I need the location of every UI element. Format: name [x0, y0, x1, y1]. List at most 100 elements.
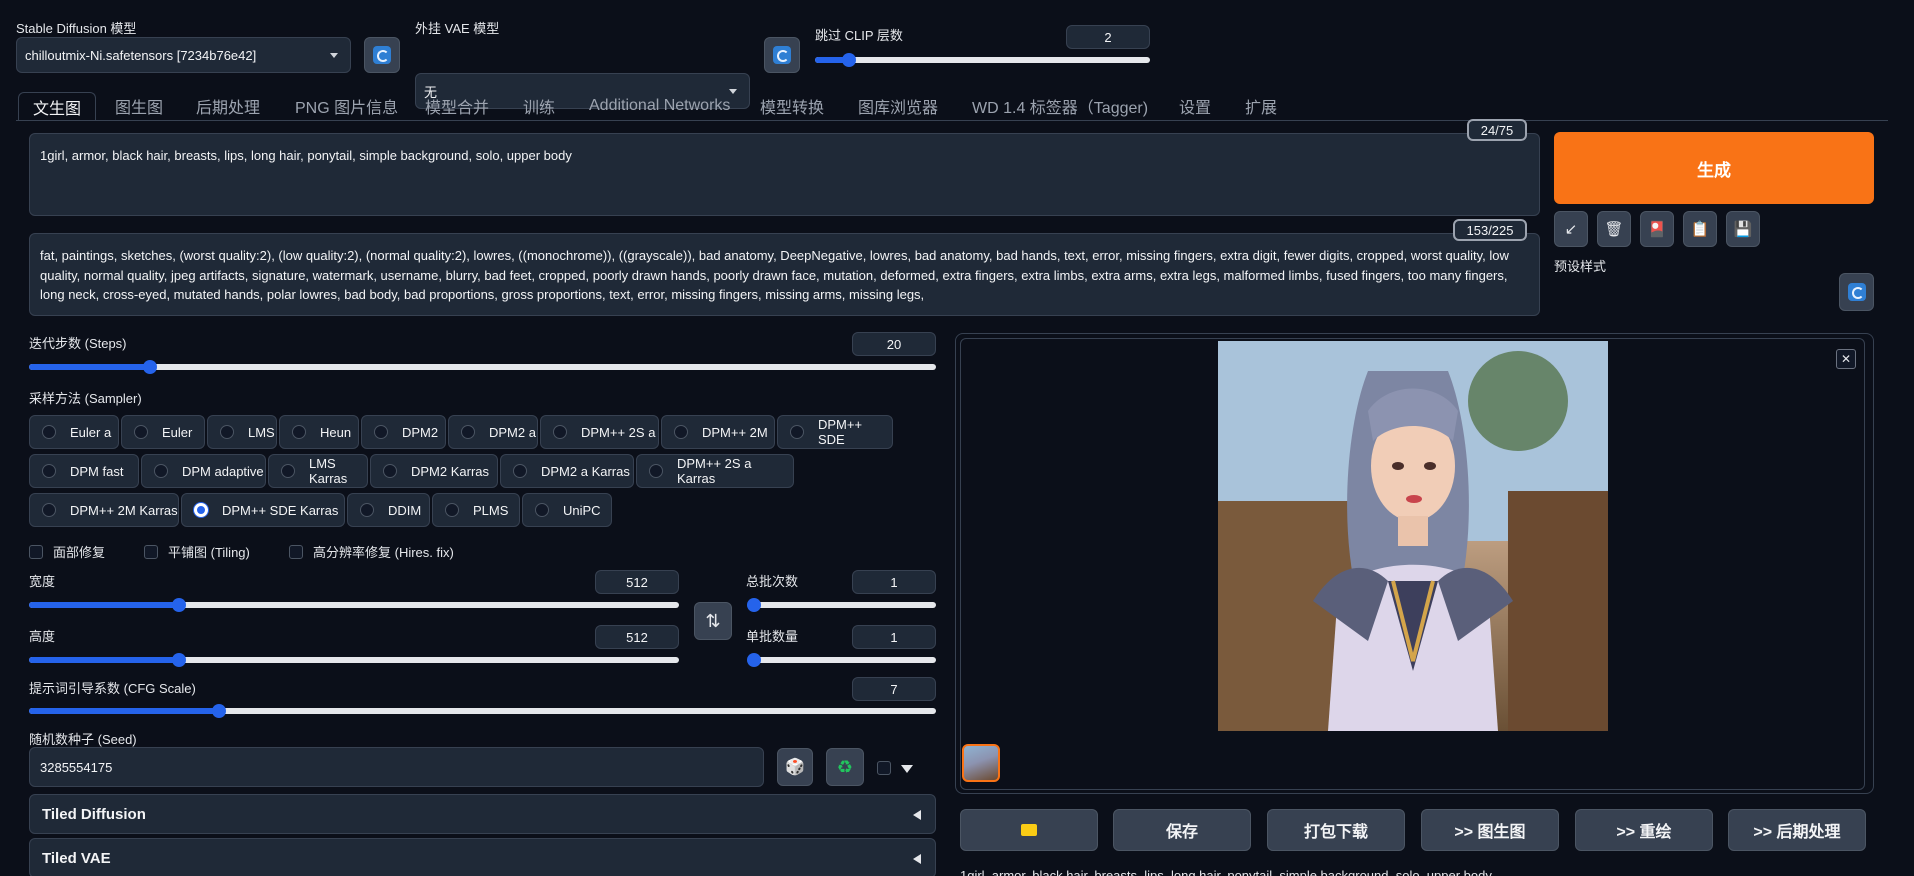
slider-handle[interactable]: [747, 598, 761, 612]
tab-extensions[interactable]: 扩展: [1245, 92, 1277, 120]
sampler-option[interactable]: PLMS: [432, 493, 520, 527]
width-number[interactable]: 512: [595, 570, 679, 594]
sampler-option[interactable]: DPM adaptive: [141, 454, 266, 488]
sampler-option[interactable]: DDIM: [347, 493, 430, 527]
refresh-vae-button[interactable]: [764, 37, 800, 73]
height-number[interactable]: 512: [595, 625, 679, 649]
sampler-option[interactable]: DPM fast: [29, 454, 139, 488]
random-seed-button[interactable]: 🎲: [777, 748, 813, 786]
slider-handle[interactable]: [747, 653, 761, 667]
tab-tagger[interactable]: WD 1.4 标签器（Tagger): [972, 92, 1148, 120]
checkbox-box[interactable]: [144, 544, 158, 559]
refresh-styles-button[interactable]: [1839, 273, 1874, 311]
tiled-diffusion-accordion[interactable]: Tiled Diffusion: [29, 794, 936, 834]
slider-handle[interactable]: [171, 653, 186, 667]
radio-circle[interactable]: [42, 425, 56, 439]
hires-fix-checkbox[interactable]: 高分辨率修复 (Hires. fix): [289, 542, 454, 561]
sampler-option[interactable]: LMS Karras: [268, 454, 368, 488]
batch-size-slider[interactable]: [747, 653, 936, 667]
width-slider[interactable]: [29, 598, 679, 612]
tab-png-info[interactable]: PNG 图片信息: [295, 92, 398, 120]
tab-additional-networks[interactable]: Additional Networks: [589, 92, 730, 120]
batch-count-slider[interactable]: [747, 598, 936, 612]
restore-faces-checkbox[interactable]: 面部修复: [29, 542, 105, 561]
slider-handle[interactable]: [841, 53, 856, 67]
sampler-option[interactable]: DPM++ 2M: [661, 415, 775, 449]
checkbox-box[interactable]: [289, 544, 303, 559]
generate-button[interactable]: 生成: [1554, 132, 1874, 204]
sampler-option[interactable]: DPM++ SDE Karras: [181, 493, 345, 527]
triangle-down-icon[interactable]: [901, 765, 913, 773]
radio-circle[interactable]: [220, 425, 234, 439]
radio-circle[interactable]: [553, 425, 567, 439]
output-image[interactable]: [1218, 341, 1608, 731]
tab-img2img[interactable]: 图生图: [115, 92, 163, 120]
cfg-slider[interactable]: [29, 704, 936, 718]
open-folder-button[interactable]: [960, 809, 1098, 851]
tiling-checkbox[interactable]: 平铺图 (Tiling): [144, 542, 250, 561]
sampler-option[interactable]: UniPC: [522, 493, 612, 527]
extra-seed-checkbox[interactable]: [877, 761, 891, 775]
sampler-option[interactable]: LMS: [207, 415, 277, 449]
prompt-textarea[interactable]: 1girl, armor, black hair, breasts, lips,…: [29, 133, 1540, 216]
tab-image-browser[interactable]: 图库浏览器: [858, 92, 938, 120]
height-slider[interactable]: [29, 653, 679, 667]
sampler-option[interactable]: DPM++ 2S a: [540, 415, 659, 449]
swap-dimensions-button[interactable]: ⇅: [694, 602, 732, 640]
tab-model-merge[interactable]: 模型合并: [425, 92, 489, 120]
tiled-vae-accordion[interactable]: Tiled VAE: [29, 838, 936, 876]
send-to-extras-button[interactable]: >> 后期处理: [1728, 809, 1866, 851]
sampler-option[interactable]: Heun: [279, 415, 359, 449]
radio-circle[interactable]: [674, 425, 688, 439]
radio-circle[interactable]: [383, 464, 397, 478]
batch-size-number[interactable]: 1: [852, 625, 936, 649]
slider-handle[interactable]: [171, 598, 186, 612]
refresh-model-button[interactable]: [364, 37, 400, 73]
reuse-seed-button[interactable]: ♻: [826, 748, 864, 786]
sampler-option[interactable]: DPM++ 2S a Karras: [636, 454, 794, 488]
apply-style-button[interactable]: 📋: [1683, 211, 1717, 247]
cfg-number[interactable]: 7: [852, 677, 936, 701]
clear-prompt-button[interactable]: 🗑: [1597, 211, 1631, 247]
sampler-option[interactable]: DPM++ SDE: [777, 415, 893, 449]
save-style-button[interactable]: 💾: [1726, 211, 1760, 247]
radio-circle[interactable]: [194, 503, 208, 517]
send-to-img2img-button[interactable]: >> 图生图: [1421, 809, 1559, 851]
radio-circle[interactable]: [445, 503, 459, 517]
tab-model-convert[interactable]: 模型转换: [760, 92, 824, 120]
output-thumbnail[interactable]: [962, 744, 1000, 782]
radio-circle[interactable]: [360, 503, 374, 517]
zip-download-button[interactable]: 打包下载: [1267, 809, 1405, 851]
radio-circle[interactable]: [42, 464, 56, 478]
seed-input[interactable]: 3285554175: [29, 747, 764, 787]
sampler-option[interactable]: DPM2: [361, 415, 446, 449]
tab-settings[interactable]: 设置: [1179, 92, 1211, 120]
show-extra-networks-button[interactable]: 🎴: [1640, 211, 1674, 247]
radio-circle[interactable]: [461, 425, 475, 439]
send-to-inpaint-button[interactable]: >> 重绘: [1575, 809, 1713, 851]
steps-slider[interactable]: [29, 360, 936, 374]
sampler-option[interactable]: Euler a: [29, 415, 119, 449]
sampler-option[interactable]: DPM2 Karras: [370, 454, 498, 488]
radio-circle[interactable]: [42, 503, 56, 517]
radio-circle[interactable]: [292, 425, 306, 439]
sampler-option[interactable]: DPM2 a: [448, 415, 538, 449]
radio-circle[interactable]: [790, 425, 804, 439]
radio-circle[interactable]: [134, 425, 148, 439]
radio-circle[interactable]: [535, 503, 549, 517]
sampler-option[interactable]: DPM2 a Karras: [500, 454, 634, 488]
sampler-option[interactable]: DPM++ 2M Karras: [29, 493, 179, 527]
checkbox-box[interactable]: [29, 544, 43, 559]
radio-circle[interactable]: [649, 464, 663, 478]
radio-circle[interactable]: [281, 464, 295, 478]
radio-circle[interactable]: [154, 464, 168, 478]
slider-handle[interactable]: [142, 360, 157, 374]
steps-number[interactable]: 20: [852, 332, 936, 356]
slider-handle[interactable]: [212, 704, 227, 718]
negative-prompt-textarea[interactable]: fat, paintings, sketches, (worst quality…: [29, 233, 1540, 316]
clip-skip-slider[interactable]: [815, 53, 1150, 67]
close-icon[interactable]: ✕: [1836, 349, 1856, 369]
radio-circle[interactable]: [374, 425, 388, 439]
tab-txt2img[interactable]: 文生图: [18, 92, 97, 120]
read-params-button[interactable]: ↙: [1554, 211, 1588, 247]
